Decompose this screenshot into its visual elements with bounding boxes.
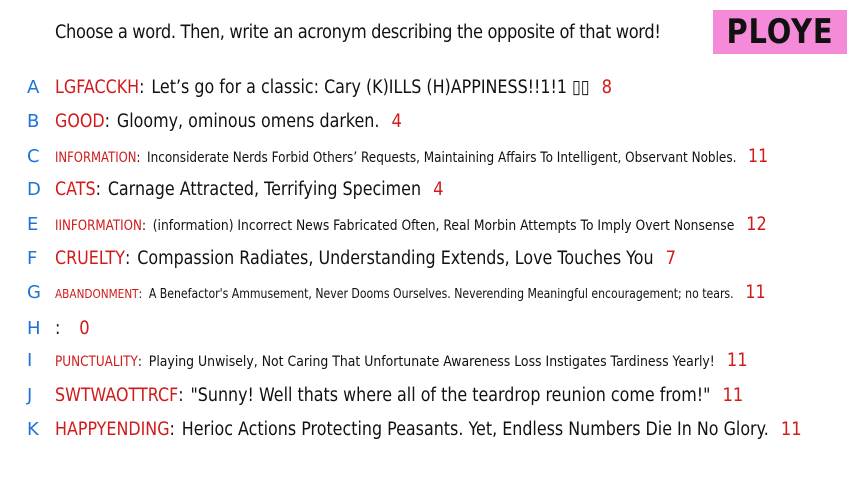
entry-letter: B [27, 110, 40, 132]
player-badge-label: PLOYE [726, 12, 834, 52]
entry-letter: E [27, 213, 39, 235]
entry-line: : 0 [55, 317, 90, 339]
player-badge: PLOYE [713, 10, 847, 54]
entry-score: 11 [745, 281, 766, 303]
entry-letter: F [27, 247, 38, 269]
entry-separator: : [138, 286, 143, 301]
entry-row: G ABANDONMENT : A Benefactor's Ammusemen… [0, 281, 853, 303]
entry-row: B GOOD : Gloomy, ominous omens darken. 4 [0, 110, 853, 132]
entry-score: 11 [722, 384, 744, 406]
entry-word: CRUELTY [55, 248, 125, 269]
prompt-text: Choose a word. Then, write an acronym de… [55, 22, 661, 43]
entry-separator: : [124, 248, 131, 269]
entry-row: A LGFACCKH : Let’s go for a classic: Car… [0, 76, 853, 98]
entry-letter: A [27, 76, 40, 98]
entry-word: GOOD [55, 111, 105, 132]
entry-acronym-text: Playing Unwisely, Not Caring That Unfort… [148, 354, 715, 370]
entry-row: F CRUELTY : Compassion Radiates, Underst… [0, 247, 853, 269]
entry-separator: : [137, 354, 142, 370]
entry-acronym-text: Carnage Attracted, Terrifying Specimen [107, 179, 422, 200]
entry-line: CATS : Carnage Attracted, Terrifying Spe… [55, 178, 443, 200]
entry-line: HAPPYENDING : Herioc Actions Protecting … [55, 418, 802, 440]
entry-line: GOOD : Gloomy, ominous omens darken. 4 [55, 110, 402, 132]
entry-separator: : [139, 77, 145, 98]
entry-word: CATS [55, 179, 96, 200]
entry-separator: : [104, 111, 110, 132]
entry-letter: G [27, 281, 41, 303]
entry-row: H : 0 [0, 317, 853, 339]
entry-score: 11 [780, 418, 802, 440]
entry-row: I PUNCTUALITY : Playing Unwisely, Not Ca… [0, 349, 853, 371]
entry-row: D CATS : Carnage Attracted, Terrifying S… [0, 178, 853, 200]
entry-letter: I [27, 349, 33, 371]
entry-letter: K [27, 418, 39, 440]
entry-score: 11 [726, 349, 748, 371]
entry-line: INFORMATION : Inconsiderate Nerds Forbid… [55, 145, 768, 167]
entry-word: IINFORMATION [55, 218, 142, 234]
entry-word: PUNCTUALITY [55, 354, 138, 370]
entry-separator: : [169, 419, 175, 440]
entry-score: 11 [748, 145, 769, 167]
entry-acronym-text: Let’s go for a classic: Cary (K)ILLS (H)… [151, 77, 590, 98]
entry-row: K HAPPYENDING : Herioc Actions Protectin… [0, 418, 853, 440]
entry-score: 12 [746, 213, 767, 235]
entry-score: 7 [665, 247, 677, 269]
entry-line: SWTWAOTTRCF : "Sunny! Well thats where a… [55, 384, 743, 406]
entry-word: INFORMATION [55, 150, 137, 166]
entry-separator: : [55, 318, 61, 339]
entry-row: C INFORMATION : Inconsiderate Nerds Forb… [0, 145, 853, 167]
entry-line: IINFORMATION : (information) Incorrect N… [55, 213, 767, 235]
entry-row: J SWTWAOTTRCF : "Sunny! Well thats where… [0, 384, 853, 406]
entry-separator: : [141, 218, 146, 234]
entry-word: HAPPYENDING [55, 419, 170, 440]
entry-letter: C [27, 145, 40, 167]
entry-acronym-text: Herioc Actions Protecting Peasants. Yet,… [181, 419, 769, 440]
game-screen: Choose a word. Then, write an acronym de… [0, 0, 853, 480]
entry-separator: : [95, 179, 101, 200]
entry-acronym-text: Inconsiderate Nerds Forbid Others’ Reque… [147, 150, 737, 166]
entry-acronym-text: (information) Incorrect News Fabricated … [152, 218, 735, 234]
entry-line: LGFACCKH : Let’s go for a classic: Cary … [55, 76, 612, 98]
entry-acronym-text: "Sunny! Well thats where all of the tear… [190, 385, 711, 406]
entry-line: ABANDONMENT : A Benefactor's Ammusement,… [55, 281, 766, 303]
entry-acronym-text: Compassion Radiates, Understanding Exten… [137, 248, 654, 269]
entry-letter: D [27, 178, 41, 200]
entry-row: E IINFORMATION : (information) Incorrect… [0, 213, 853, 235]
entry-word: LGFACCKH [55, 77, 140, 98]
entry-score: 4 [433, 178, 444, 200]
entry-word: ABANDONMENT [55, 286, 139, 301]
entry-score: 0 [79, 317, 90, 339]
entry-acronym-text: Gloomy, ominous omens darken. [116, 111, 380, 132]
entry-word: SWTWAOTTRCF [55, 385, 179, 406]
entry-letter: H [27, 317, 41, 339]
entry-score: 4 [391, 110, 402, 132]
entry-separator: : [178, 385, 184, 406]
entry-line: CRUELTY : Compassion Radiates, Understan… [55, 247, 676, 269]
entry-separator: : [136, 150, 141, 166]
entry-letter: J [27, 384, 33, 406]
entry-acronym-text: A Benefactor's Ammusement, Never Dooms O… [148, 287, 734, 302]
entry-line: PUNCTUALITY : Playing Unwisely, Not Cari… [55, 349, 748, 371]
entry-score: 8 [601, 76, 613, 98]
